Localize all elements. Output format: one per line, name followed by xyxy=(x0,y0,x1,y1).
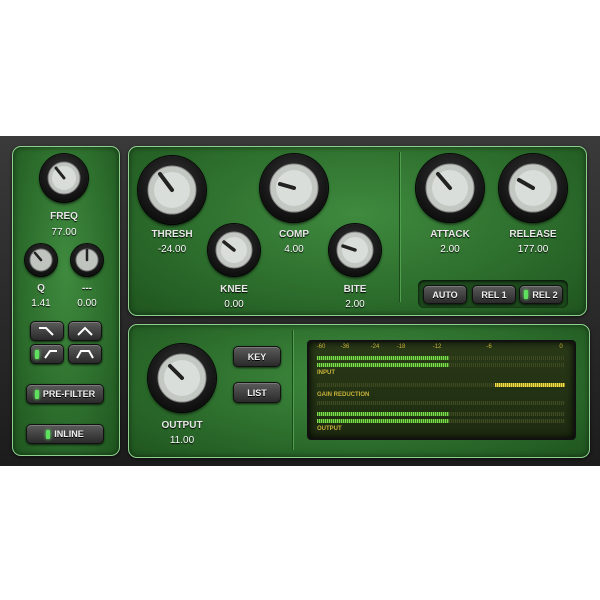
output-meter-bar-l xyxy=(317,412,449,416)
inline-button[interactable]: INLINE xyxy=(26,424,104,444)
scale-tick: -12 xyxy=(432,344,442,350)
output-knob[interactable] xyxy=(148,344,216,412)
key-button[interactable]: KEY xyxy=(233,346,281,367)
release-rel1-button[interactable]: REL 1 xyxy=(472,285,516,304)
bite-knob[interactable] xyxy=(329,224,381,276)
filter-peak-button[interactable] xyxy=(68,321,102,341)
q-knob[interactable] xyxy=(25,244,57,276)
freq-label: FREQ xyxy=(50,211,78,222)
attack-value[interactable]: 2.00 xyxy=(410,244,490,255)
scale-tick: -18 xyxy=(396,344,406,350)
knee-value[interactable]: 0.00 xyxy=(194,299,274,310)
filter-highcut-button[interactable] xyxy=(30,344,64,364)
filter-bandpass-button[interactable] xyxy=(68,344,102,364)
level-meter: -60 -36 -24 -18 -12 -6 0 INPUT GAIN REDU… xyxy=(307,340,576,440)
bandpass-icon xyxy=(76,350,94,359)
input-meter-bar-r xyxy=(317,363,449,367)
comp-label: COMP xyxy=(279,229,309,240)
list-button[interactable]: LIST xyxy=(233,382,281,403)
release-value[interactable]: 177.00 xyxy=(493,244,573,255)
release-rel1-label: REL 1 xyxy=(481,289,507,300)
pre-filter-button[interactable]: PRE-FILTER xyxy=(26,384,104,404)
rel2-led xyxy=(524,290,529,299)
thresh-label: THRESH xyxy=(151,229,193,240)
release-auto-label: AUTO xyxy=(432,289,458,300)
knee-knob[interactable] xyxy=(208,224,260,276)
freq-value[interactable]: 77.00 xyxy=(24,227,104,238)
unnamed-label: --- xyxy=(82,283,92,294)
scale-tick: -36 xyxy=(340,344,350,350)
scale-tick: -6 xyxy=(486,344,492,350)
unnamed-knob[interactable] xyxy=(71,244,103,276)
release-rel2-button[interactable]: REL 2 xyxy=(519,285,563,304)
low-cut-icon xyxy=(39,327,54,336)
gr-meter-label: GAIN REDUCTION xyxy=(317,392,370,398)
attack-label: ATTACK xyxy=(430,229,470,240)
inline-label: INLINE xyxy=(54,429,84,439)
release-knob[interactable] xyxy=(499,154,567,222)
inline-led xyxy=(46,429,51,439)
unnamed-value[interactable]: 0.00 xyxy=(47,298,127,309)
scale-tick: 0 xyxy=(559,344,563,350)
input-meter-label: INPUT xyxy=(317,370,335,376)
scale-tick: -60 xyxy=(316,344,326,350)
gr-meter-bar-l xyxy=(495,383,565,387)
filter-lowcut-button[interactable] xyxy=(30,321,64,341)
pre-filter-led xyxy=(34,389,39,399)
comp-value[interactable]: 4.00 xyxy=(254,244,334,255)
peak-icon xyxy=(77,326,93,336)
attack-knob[interactable] xyxy=(416,154,484,222)
freq-knob[interactable] xyxy=(40,154,88,202)
release-auto-button[interactable]: AUTO xyxy=(423,285,467,304)
release-label: RELEASE xyxy=(509,229,557,240)
section-divider xyxy=(399,152,400,302)
bite-value[interactable]: 2.00 xyxy=(315,299,395,310)
output-label: OUTPUT xyxy=(161,420,203,431)
high-cut-icon xyxy=(44,350,57,359)
comp-knob[interactable] xyxy=(260,154,328,222)
pre-filter-label: PRE-FILTER xyxy=(42,389,96,399)
highcut-led xyxy=(35,349,39,359)
thresh-knob[interactable] xyxy=(138,156,206,224)
knee-label: KNEE xyxy=(220,284,248,295)
release-rel2-label: REL 2 xyxy=(532,289,558,300)
output-meter-label: OUTPUT xyxy=(317,426,342,432)
scale-tick: -24 xyxy=(370,344,380,350)
thresh-value[interactable]: -24.00 xyxy=(132,244,212,255)
key-label: KEY xyxy=(247,351,267,362)
bite-label: BITE xyxy=(343,284,367,295)
output-value[interactable]: 11.00 xyxy=(142,435,222,446)
input-meter-bar-l xyxy=(317,356,449,360)
meter-divider xyxy=(292,330,293,450)
gr-meter-track-r xyxy=(317,401,565,405)
list-label: LIST xyxy=(247,387,267,398)
output-meter-bar-r xyxy=(317,419,449,423)
